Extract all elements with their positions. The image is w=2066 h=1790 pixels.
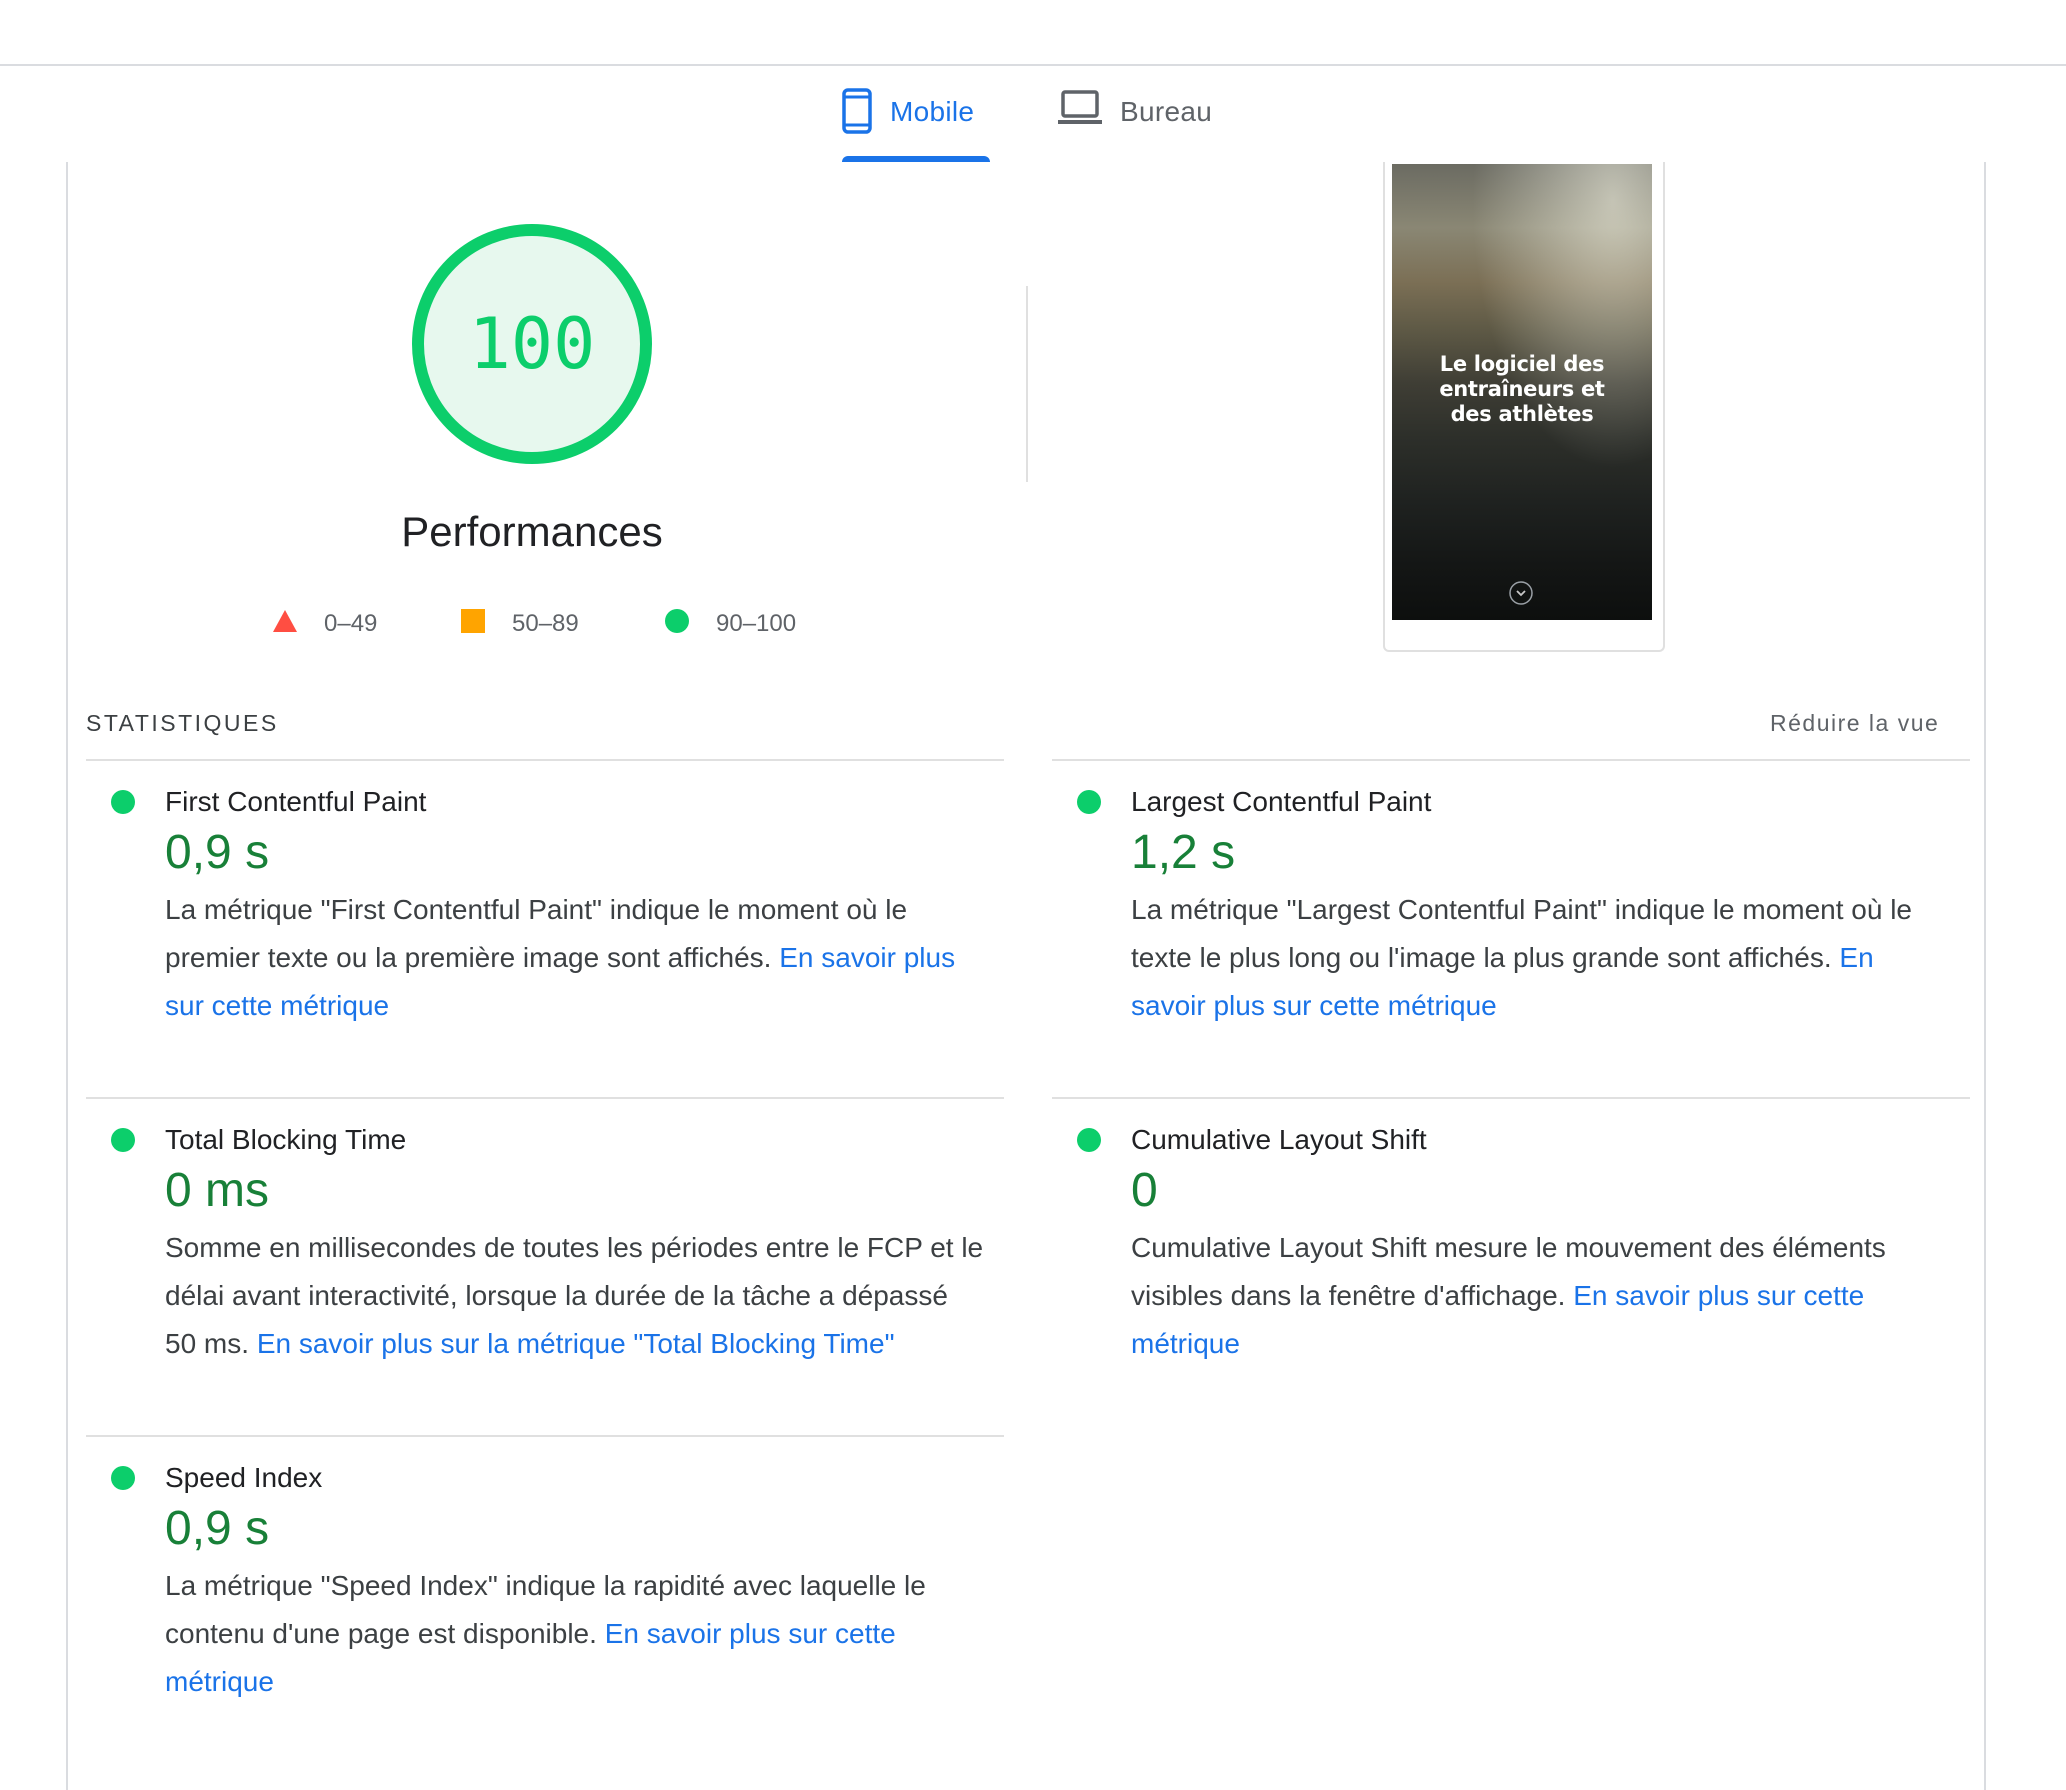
- pass-status-icon: [111, 790, 135, 814]
- metric-value: 1,2 s: [1131, 826, 1236, 879]
- metric-title: Total Blocking Time: [165, 1124, 407, 1155]
- metric-value: 0 ms: [165, 1164, 270, 1217]
- tab-mobile-label: Mobile: [890, 96, 975, 127]
- divider: [1052, 1097, 1970, 1099]
- legend-item-average: 50–89: [460, 604, 579, 644]
- metric-value: 0,9 s: [165, 826, 270, 879]
- metric-description: La métrique "Speed Index" indique la rap…: [165, 1562, 985, 1706]
- divider: [86, 1435, 1004, 1437]
- metric-total-blocking-time: Total Blocking Time 0 ms Somme en millis…: [111, 1120, 985, 1368]
- metric-speed-index: Speed Index 0,9 s La métrique "Speed Ind…: [111, 1458, 985, 1706]
- metric-description: La métrique "First Contentful Paint" ind…: [165, 886, 985, 1030]
- learn-more-link[interactable]: En savoir plus sur la métrique "Total Bl…: [257, 1328, 895, 1359]
- screenshot-line: Le logiciel des: [1439, 352, 1605, 376]
- metric-value: 0,9 s: [165, 1502, 270, 1555]
- smartphone-icon: [842, 88, 872, 139]
- screenshot-headline: Le logiciel des entraîneurs et des athlè…: [1392, 352, 1652, 427]
- screenshot-line: entraîneurs et: [1439, 377, 1605, 401]
- tab-mobile[interactable]: Mobile: [842, 88, 974, 158]
- divider: [86, 1097, 1004, 1099]
- metric-value: 0: [1131, 1164, 1158, 1217]
- orange-square-icon: [460, 608, 486, 640]
- green-circle-icon: [664, 608, 690, 641]
- chevron-down-icon: [1509, 581, 1533, 605]
- tab-desktop-label: Bureau: [1120, 96, 1213, 127]
- divider: [86, 759, 1004, 761]
- collapse-view-toggle[interactable]: Réduire la vue: [1770, 710, 1939, 737]
- metric-description-text: La métrique "Largest Contentful Paint" i…: [1131, 894, 1913, 973]
- metric-title: Largest Contentful Paint: [1131, 786, 1432, 817]
- vertical-divider: [1026, 286, 1028, 482]
- card-border-left: [66, 162, 68, 1790]
- performance-score: 100: [468, 303, 596, 385]
- pass-status-icon: [111, 1466, 135, 1490]
- metric-cumulative-layout-shift: Cumulative Layout Shift 0 Cumulative Lay…: [1077, 1120, 1951, 1368]
- device-tabs: Mobile Bureau: [0, 66, 2066, 162]
- legend-label-pass: 90–100: [716, 610, 797, 637]
- legend-item-fail: 0–49: [272, 604, 377, 644]
- laptop-icon: [1058, 88, 1102, 131]
- pass-status-icon: [1077, 790, 1101, 814]
- stats-heading: STATISTIQUES: [86, 710, 279, 736]
- metric-title: Cumulative Layout Shift: [1131, 1124, 1427, 1155]
- legend-label-fail: 0–49: [324, 610, 378, 637]
- pass-status-icon: [1077, 1128, 1101, 1152]
- active-tab-indicator: [842, 156, 990, 162]
- metric-description: Somme en millisecondes de toutes les pér…: [165, 1224, 985, 1368]
- tab-desktop[interactable]: Bureau: [1058, 88, 1212, 158]
- metric-largest-contentful-paint: Largest Contentful Paint 1,2 s La métriq…: [1077, 782, 1951, 1030]
- legend-label-average: 50–89: [512, 610, 579, 637]
- metric-title: Speed Index: [165, 1462, 323, 1493]
- top-bar: [0, 0, 2066, 66]
- metric-description: La métrique "Largest Contentful Paint" i…: [1131, 886, 1951, 1030]
- metric-first-contentful-paint: First Contentful Paint 0,9 s La métrique…: [111, 782, 985, 1030]
- card-border-right: [1984, 162, 1986, 1790]
- red-triangle-icon: [272, 609, 298, 640]
- legend-item-pass: 90–100: [664, 604, 796, 644]
- divider: [1052, 759, 1970, 761]
- page-screenshot: Le logiciel des entraîneurs et des athlè…: [1392, 164, 1652, 620]
- screenshot-line: des athlètes: [1450, 402, 1594, 426]
- pass-status-icon: [111, 1128, 135, 1152]
- metric-description: Cumulative Layout Shift mesure le mouvem…: [1131, 1224, 1951, 1368]
- metric-title: First Contentful Paint: [165, 786, 427, 817]
- performance-title: Performances: [401, 508, 663, 555]
